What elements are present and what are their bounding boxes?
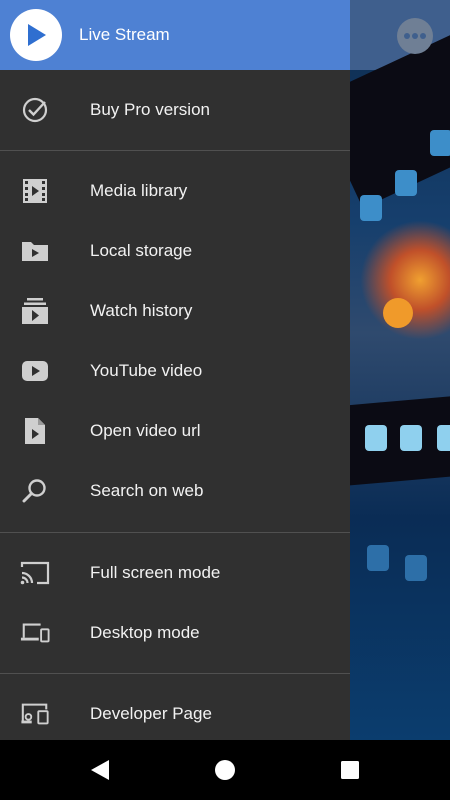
app-title: Live Stream (79, 25, 170, 44)
play-icon (28, 24, 46, 46)
menu-item-watch-history[interactable]: Watch history (0, 281, 350, 341)
app-logo (10, 9, 62, 61)
menu-item-developer-page[interactable]: Developer Page (0, 684, 350, 744)
menu-item-full-screen-mode[interactable]: Full screen mode (0, 543, 350, 603)
film-hole (405, 555, 427, 581)
more-dots-icon (404, 33, 426, 39)
menu-item-label: Watch history (90, 301, 193, 320)
system-navigation-bar (0, 740, 450, 800)
back-button[interactable] (88, 758, 112, 782)
menu-item-label: YouTube video (90, 361, 203, 380)
file-play-icon (20, 417, 50, 445)
cast-icon (20, 559, 50, 587)
sun-decoration (383, 298, 413, 328)
menu-item-label: Developer Page (90, 704, 212, 723)
menu-item-open-video-url[interactable]: Open video url (0, 401, 350, 461)
home-button[interactable] (213, 758, 237, 782)
menu-item-label: Search on web (90, 481, 204, 500)
menu-item-label: Local storage (90, 241, 193, 260)
film-hole (437, 425, 450, 451)
menu-item-media-library[interactable]: Media library (0, 161, 350, 221)
film-icon (20, 177, 50, 205)
divider (0, 532, 350, 533)
film-hole (400, 425, 422, 451)
folder-play-icon (20, 237, 50, 265)
menu-item-desktop-mode[interactable]: Desktop mode (0, 603, 350, 663)
menu-item-label: Open video url (90, 421, 201, 440)
more-options-button[interactable] (397, 18, 433, 54)
menu-item-search-on-web[interactable]: Search on web (0, 461, 350, 521)
menu-item-label: Desktop mode (90, 623, 200, 642)
youtube-icon (20, 357, 50, 385)
menu-item-local-storage[interactable]: Local storage (0, 221, 350, 281)
back-icon (91, 760, 109, 780)
film-hole (365, 425, 387, 451)
check-circle-icon (20, 96, 50, 124)
home-icon (215, 760, 235, 780)
developer-devices-icon (20, 700, 50, 728)
search-icon (20, 477, 50, 505)
recents-icon (341, 761, 359, 779)
film-hole (367, 545, 389, 571)
divider (0, 150, 350, 151)
menu-item-label: Full screen mode (90, 563, 221, 582)
recents-button[interactable] (338, 758, 362, 782)
menu-item-label: Media library (90, 181, 188, 200)
menu-item-buy-pro[interactable]: Buy Pro version (0, 80, 350, 140)
film-hole (395, 170, 417, 196)
history-stack-icon (20, 297, 50, 325)
menu-item-label: Buy Pro version (90, 100, 210, 119)
navigation-drawer: Live Stream Buy Pro version Media librar… (0, 0, 350, 740)
film-hole (360, 195, 382, 221)
drawer-header[interactable]: Live Stream (0, 0, 350, 70)
divider (0, 673, 350, 674)
menu-item-youtube-video[interactable]: YouTube video (0, 341, 350, 401)
film-hole (430, 130, 450, 156)
devices-icon (20, 619, 50, 647)
